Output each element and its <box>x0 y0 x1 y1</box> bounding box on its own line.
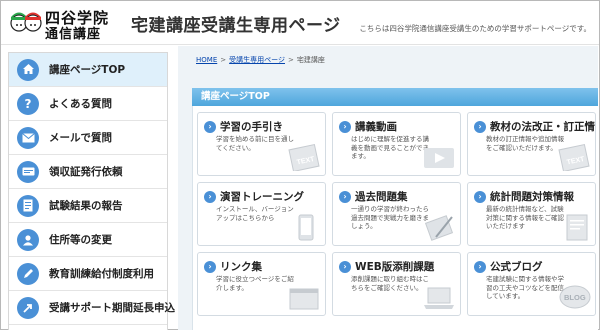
card-description: 宅建試験に関する情報や学習の工夫やコツなどを配信しています。 <box>486 275 564 301</box>
sidebar-item-address-change[interactable]: 住所等の変更 <box>9 223 167 257</box>
card-description: 添削課題に取り組む時はこちらをご確認ください。 <box>351 275 429 292</box>
card-title-text: 学習の手引き <box>220 121 283 133</box>
smartphone-icon <box>298 214 314 241</box>
blog-badge: BLOG <box>564 293 586 302</box>
chevron-right-icon: › <box>204 121 216 133</box>
breadcrumb-current: 宅建講座 <box>296 56 325 64</box>
question-icon: ? <box>17 92 39 115</box>
receipt-icon <box>17 160 39 183</box>
chevron-right-icon: › <box>474 191 486 203</box>
card-title: › 過去問題集 <box>339 189 408 204</box>
sidebar-item-label: 試験結果の報告 <box>49 200 123 212</box>
card-title: › 演習トレーニング <box>204 189 304 204</box>
sidebar-item-label: 住所等の変更 <box>49 234 112 246</box>
card-title-text: 統計問題対策情報 <box>490 191 574 203</box>
breadcrumb-separator: > <box>288 56 294 64</box>
tablet-pen-icon <box>424 215 454 241</box>
card-title: › WEB版添削課題 <box>339 259 434 274</box>
sidebar-item-label: 教育訓練給付制度利用 <box>49 268 154 280</box>
chevron-right-icon: › <box>339 121 351 133</box>
sidebar-item-exam-report[interactable]: 試験結果の報告 <box>9 189 167 223</box>
card-links[interactable]: › リンク集 学習に役立つページをご紹介します。 <box>197 252 326 316</box>
video-play-icon <box>424 148 454 168</box>
card-official-blog[interactable]: › 公式ブログ 宅建試験に関する情報や学習の工夫やコツなどを配信しています。 BL… <box>467 252 596 316</box>
card-description: 最新の統計情報など、試験対策に関する情報をご確認いただけます <box>486 205 564 231</box>
card-title-text: リンク集 <box>220 261 262 273</box>
main-content: HOME > 受講生専用ページ > 宅建講座 講座ページTOP › 学習の手引き 学習を始… <box>178 46 598 330</box>
mail-icon <box>17 126 39 149</box>
card-title: › 統計問題対策情報 <box>474 189 574 204</box>
address-icon <box>17 228 39 251</box>
sidebar-item-label: よくある質問 <box>49 98 112 110</box>
card-title-text: 教材の法改正・訂正情報 <box>490 121 596 133</box>
sidebar-item-label: 領収証発行依頼 <box>49 166 123 178</box>
logo-text-course: 通信講座 <box>45 27 102 42</box>
sidebar-nav: 講座ページTOP ? よくある質問 メールで質問 領収証発行依頼 試験結果の報告… <box>8 52 175 330</box>
sidebar-item-label: メールで質問 <box>49 132 112 144</box>
sidebar-item-receipt[interactable]: 領収証発行依頼 <box>9 155 167 189</box>
sidebar-item-course-top[interactable]: 講座ページTOP <box>9 53 167 87</box>
sidebar-item-faq[interactable]: ? よくある質問 <box>9 87 167 121</box>
text-book-icon: TEXT <box>558 143 590 171</box>
window-icon <box>289 288 319 310</box>
chevron-right-icon: › <box>339 191 351 203</box>
card-past-exams[interactable]: › 過去問題集 一通りの学習が終わったら過去問題で実戦力を磨きましょう。 <box>332 182 461 246</box>
breadcrumb: HOME > 受講生専用ページ > 宅建講座 <box>196 55 325 65</box>
laptop-icon <box>424 287 454 309</box>
sidebar-item-label: 受講サポート期間延長申込 <box>49 302 175 314</box>
card-title: › リンク集 <box>204 259 262 274</box>
sidebar-item-training-benefit[interactable]: 教育訓練給付制度利用 <box>9 257 167 291</box>
chevron-right-icon: › <box>204 261 216 273</box>
card-exercise-training[interactable]: › 演習トレーニング インストール、バージョンアップはこちらから <box>197 182 326 246</box>
card-title: › 教材の法改正・訂正情報 <box>474 119 596 134</box>
card-description: インストール、バージョンアップはこちらから <box>216 205 294 222</box>
pencil-icon <box>17 262 39 285</box>
header: 四谷学院 通信講座 宅建講座受講生専用ページ こちらは四谷学院通信講座受講生のた… <box>1 1 599 45</box>
blog-icon: BLOG <box>559 285 591 309</box>
chevron-right-icon: › <box>339 261 351 273</box>
card-description: 学習を始める前に目を通してください。 <box>216 135 294 152</box>
card-title-text: 演習トレーニング <box>220 191 304 203</box>
sidebar-item-label: 講座ページTOP <box>49 64 126 76</box>
card-web-assignment[interactable]: › WEB版添削課題 添削課題に取り組む時はこちらをご確認ください。 <box>332 252 461 316</box>
card-description: 学習に役立つページをご紹介します。 <box>216 275 294 292</box>
logo-mascot-icon <box>10 12 42 32</box>
card-title-text: WEB版添削課題 <box>355 261 435 273</box>
chevron-right-icon: › <box>204 191 216 203</box>
card-description: 一通りの学習が終わったら過去問題で実戦力を磨きましょう。 <box>351 205 429 231</box>
home-icon <box>17 58 39 81</box>
arrow-icon <box>17 296 39 319</box>
text-book-icon: TEXT <box>288 143 320 171</box>
card-title: › 講義動画 <box>339 119 397 134</box>
card-title: › 学習の手引き <box>204 119 283 134</box>
document-icon <box>566 214 588 241</box>
chevron-right-icon: › <box>474 121 486 133</box>
breadcrumb-separator: > <box>220 56 227 64</box>
breadcrumb-home-link[interactable]: HOME <box>196 56 217 64</box>
card-title: › 公式ブログ <box>474 259 543 274</box>
sidebar-item-mail-question[interactable]: メールで質問 <box>9 121 167 155</box>
breadcrumb-student-page-link[interactable]: 受講生専用ページ <box>229 56 285 64</box>
card-statistics-info[interactable]: › 統計問題対策情報 最新の統計情報など、試験対策に関する情報をご確認いただけます <box>467 182 596 246</box>
card-title-text: 過去問題集 <box>355 191 408 203</box>
card-title-text: 講義動画 <box>355 121 397 133</box>
course-menu-panel: › 学習の手引き 学習を始める前に目を通してください。 TEXT › 講義動画 はじ… <box>192 106 598 330</box>
site-title: 宅建講座受講生専用ページ <box>131 16 341 36</box>
card-law-revision[interactable]: › 教材の法改正・訂正情報 教材の訂正情報や追加情報をご確認いただけます。 TEX… <box>467 112 596 176</box>
logo[interactable]: 四谷学院 通信講座 <box>9 7 127 42</box>
card-title-text: 公式ブログ <box>490 261 543 273</box>
card-description: はじめに理解を促進する講義を動画で見ることができます。 <box>351 135 429 161</box>
sidebar-item-support-extension[interactable]: 受講サポート期間延長申込 <box>9 291 175 325</box>
section-title: 講座ページTOP <box>192 88 598 106</box>
card-lecture-video[interactable]: › 講義動画 はじめに理解を促進する講義を動画で見ることができます。 <box>332 112 461 176</box>
card-study-guide[interactable]: › 学習の手引き 学習を始める前に目を通してください。 TEXT <box>197 112 326 176</box>
report-icon <box>17 194 39 217</box>
header-tagline: こちらは四谷学院通信講座受講生のための学習サポートページです。 <box>359 24 591 33</box>
card-description: 教材の訂正情報や追加情報をご確認いただけます。 <box>486 135 564 152</box>
chevron-right-icon: › <box>474 261 486 273</box>
